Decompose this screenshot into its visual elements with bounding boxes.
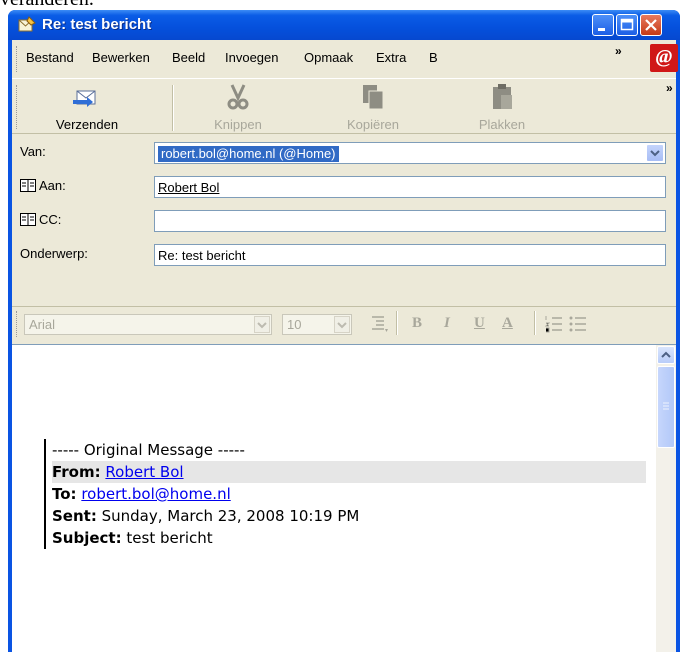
format-separator	[396, 311, 398, 335]
quoted-subject-label: Subject:	[52, 529, 122, 547]
from-value: robert.bol@home.nl (@Home)	[158, 146, 339, 162]
maximize-button[interactable]	[616, 14, 638, 36]
chevron-up-icon	[661, 351, 671, 358]
paste-icon	[493, 84, 512, 109]
subject-value: Re: test bericht	[158, 248, 246, 263]
quoted-to-label: To:	[52, 485, 77, 503]
quoted-from-row: From: Robert Bol	[52, 461, 646, 483]
send-button[interactable]: Verzenden	[22, 83, 152, 132]
paste-button[interactable]: Plakken	[462, 83, 542, 132]
italic-button[interactable]: I	[444, 315, 450, 332]
toolbar: Verzenden Knippen Kopiëren Plakken »	[12, 78, 676, 134]
cc-field[interactable]	[154, 210, 666, 232]
bold-button[interactable]: B	[412, 315, 422, 332]
quoted-sent-label: Sent:	[52, 507, 97, 525]
quoted-subject-row: Subject: test bericht	[52, 527, 646, 549]
quoted-from-label: From:	[52, 463, 101, 481]
from-select[interactable]: robert.bol@home.nl (@Home)	[154, 142, 666, 164]
menu-more[interactable]: B	[429, 50, 438, 65]
vertical-scrollbar[interactable]	[656, 345, 676, 652]
to-label-wrap[interactable]: Aan:	[20, 178, 66, 193]
menu-grip[interactable]	[16, 46, 20, 72]
message-body[interactable]: ----- Original Message ----- From: Rober…	[12, 344, 676, 652]
font-color-button[interactable]: A	[502, 315, 513, 332]
title-bar[interactable]: Re: test bericht	[8, 10, 680, 40]
cut-button[interactable]: Knippen	[198, 83, 278, 132]
address-book-icon	[20, 213, 36, 226]
cc-label: CC:	[39, 212, 62, 227]
copy-icon	[363, 85, 384, 110]
formatting-toolbar: Arial 10 B I U A	[12, 306, 676, 339]
original-message-divider: ----- Original Message -----	[52, 441, 245, 459]
subject-field[interactable]: Re: test bericht	[154, 244, 666, 266]
underline-button[interactable]: U	[474, 315, 485, 332]
cc-label-wrap[interactable]: CC:	[20, 212, 61, 227]
font-value: Arial	[29, 317, 56, 332]
scroll-thumb[interactable]	[657, 366, 675, 448]
quoted-sent-row: Sent: Sunday, March 23, 2008 10:19 PM	[52, 505, 646, 527]
menu-bestand[interactable]: Bestand	[26, 50, 74, 65]
copy-button[interactable]: Kopiëren	[328, 83, 418, 132]
close-icon	[645, 19, 657, 31]
to-field[interactable]: Robert Bol	[154, 176, 666, 198]
send-icon	[73, 90, 96, 107]
menu-opmaak[interactable]: Opmaak	[304, 50, 353, 65]
to-label: Aan:	[39, 178, 66, 193]
toolbar-overflow-chevron[interactable]: »	[666, 81, 673, 95]
scroll-up-button[interactable]	[657, 346, 675, 364]
subject-label: Onderwerp:	[20, 246, 88, 261]
quoted-message: ----- Original Message ----- From: Rober…	[44, 439, 646, 549]
chevron-down-icon[interactable]	[254, 316, 270, 333]
toolbar-grip[interactable]	[16, 85, 20, 129]
paragraph-style-icon[interactable]	[370, 314, 390, 334]
toolbar-separator	[172, 85, 174, 131]
quoted-to-link[interactable]: robert.bol@home.nl	[81, 485, 230, 503]
quoted-from-link[interactable]: Robert Bol	[105, 463, 183, 481]
maximize-icon	[620, 18, 634, 31]
menu-extra[interactable]: Extra	[376, 50, 406, 65]
size-value: 10	[287, 317, 302, 332]
menu-overflow-chevron[interactable]: »	[615, 44, 622, 58]
compose-window: Re: test bericht Bestand Bewerken Beeld …	[8, 10, 680, 652]
window-title: Re: test bericht	[42, 16, 152, 33]
numbered-list-icon[interactable]	[544, 314, 564, 334]
menu-bar: Bestand Bewerken Beeld Invoegen Opmaak E…	[12, 40, 678, 76]
font-select[interactable]: Arial	[24, 314, 272, 335]
menu-beeld[interactable]: Beeld	[172, 50, 205, 65]
minimize-icon	[598, 28, 605, 31]
grip-icon	[663, 402, 669, 410]
copy-label: Kopiëren	[346, 117, 400, 132]
close-button[interactable]	[640, 14, 662, 36]
chevron-down-icon[interactable]	[646, 144, 664, 162]
format-separator	[534, 311, 536, 335]
send-label: Verzenden	[55, 117, 119, 132]
menu-invoegen[interactable]: Invoegen	[225, 50, 279, 65]
address-book-icon	[20, 179, 36, 192]
compose-mail-icon	[18, 16, 36, 32]
window-client: Bestand Bewerken Beeld Invoegen Opmaak E…	[12, 40, 678, 652]
bullet-list-icon[interactable]	[568, 314, 588, 334]
format-grip[interactable]	[16, 311, 20, 337]
quoted-subject-value: test bericht	[126, 529, 213, 547]
cut-label: Knippen	[214, 117, 262, 132]
from-label: Van:	[20, 144, 46, 159]
message-headers: Van: robert.bol@home.nl (@Home) Aan: Rob…	[12, 134, 676, 298]
size-select[interactable]: 10	[282, 314, 352, 335]
quoted-to-row: To: robert.bol@home.nl	[52, 483, 646, 505]
paste-label: Plakken	[478, 117, 526, 132]
quoted-sent-value: Sunday, March 23, 2008 10:19 PM	[101, 507, 360, 525]
provider-logo-icon: @	[650, 44, 678, 72]
scissors-icon	[227, 84, 249, 110]
chevron-down-icon[interactable]	[334, 316, 350, 333]
to-value: Robert Bol	[158, 180, 220, 195]
minimize-button[interactable]	[592, 14, 614, 36]
menu-bewerken[interactable]: Bewerken	[92, 50, 150, 65]
